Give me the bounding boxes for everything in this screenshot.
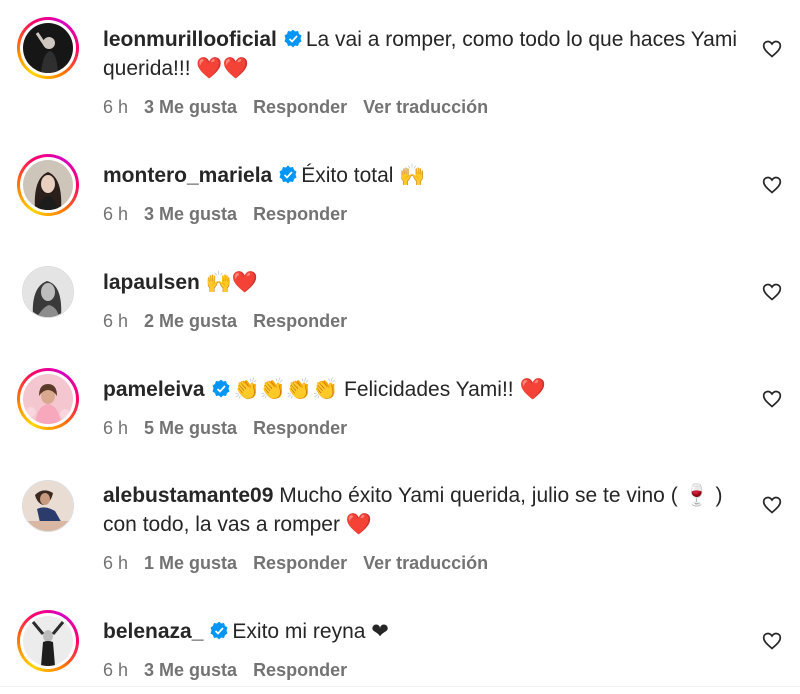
comment-likes[interactable]: 2 Me gusta	[144, 311, 237, 331]
comment-username[interactable]: alebustamante09	[103, 484, 273, 507]
comment-meta: 6 h 2 Me gusta Responder	[103, 311, 363, 332]
comment-username[interactable]: belenaza_	[103, 620, 203, 643]
comment-text-block: belenaza_ Exito mi reyna ❤	[103, 617, 743, 646]
heart-outline-icon[interactable]	[762, 389, 782, 409]
heart-outline-icon[interactable]	[762, 631, 782, 651]
avatar[interactable]	[22, 266, 74, 318]
comment-meta: 6 h 5 Me gusta Responder	[103, 418, 363, 439]
verified-badge-icon	[212, 379, 230, 398]
verified-badge-icon	[284, 29, 302, 48]
comment-text-block: pameleiva 👏👏👏👏 Felicidades Yami!! ❤️	[103, 375, 743, 404]
heart-outline-icon[interactable]	[762, 282, 782, 302]
heart-outline-icon[interactable]	[762, 495, 782, 515]
comment-username[interactable]: leonmurillooficial	[103, 28, 277, 51]
avatar[interactable]	[22, 480, 74, 532]
comment-text-block: montero_mariela Éxito total 🙌	[103, 161, 743, 190]
reply-button[interactable]: Responder	[253, 97, 347, 117]
avatar[interactable]	[17, 368, 79, 430]
heart-outline-icon[interactable]	[762, 175, 782, 195]
comment-body: 🙌❤️	[205, 271, 259, 294]
reply-button[interactable]: Responder	[253, 418, 347, 438]
translate-button[interactable]: Ver traducción	[363, 553, 488, 573]
reply-button[interactable]: Responder	[253, 660, 347, 680]
comment-text-block: alebustamante09 Mucho éxito Yami querida…	[103, 481, 743, 539]
comment-likes[interactable]: 3 Me gusta	[144, 97, 237, 117]
reply-button[interactable]: Responder	[253, 204, 347, 224]
comment-username[interactable]: montero_mariela	[103, 164, 272, 187]
verified-badge-icon	[210, 621, 228, 640]
comment-time[interactable]: 6 h	[103, 553, 128, 573]
comment-body: Exito mi reyna ❤	[232, 620, 389, 643]
verified-badge-icon	[279, 165, 297, 184]
comment-body: Éxito total 🙌	[301, 164, 426, 187]
avatar[interactable]	[17, 610, 79, 672]
comment-meta: 6 h 3 Me gusta Responder Ver traducción	[103, 97, 504, 118]
heart-outline-icon[interactable]	[762, 39, 782, 59]
comment-time[interactable]: 6 h	[103, 660, 128, 680]
comment-body: 👏👏👏👏 Felicidades Yami!! ❤️	[233, 378, 546, 401]
comment-username[interactable]: pameleiva	[103, 378, 205, 401]
comment-meta: 6 h 1 Me gusta Responder Ver traducción	[103, 553, 504, 574]
reply-button[interactable]: Responder	[253, 311, 347, 331]
comment-text-block: lapaulsen 🙌❤️	[103, 268, 743, 297]
comment-meta: 6 h 3 Me gusta Responder	[103, 204, 363, 225]
comment-time[interactable]: 6 h	[103, 418, 128, 438]
comment-meta: 6 h 3 Me gusta Responder	[103, 660, 363, 681]
translate-button[interactable]: Ver traducción	[363, 97, 488, 117]
comment-text-block: leonmurillooficial La vai a romper, como …	[103, 25, 743, 83]
comment-time[interactable]: 6 h	[103, 204, 128, 224]
comment-likes[interactable]: 3 Me gusta	[144, 204, 237, 224]
comment-likes[interactable]: 3 Me gusta	[144, 660, 237, 680]
comment-time[interactable]: 6 h	[103, 97, 128, 117]
comment-likes[interactable]: 1 Me gusta	[144, 553, 237, 573]
reply-button[interactable]: Responder	[253, 553, 347, 573]
avatar[interactable]	[17, 17, 79, 79]
divider	[0, 686, 800, 687]
comment-username[interactable]: lapaulsen	[103, 271, 200, 294]
comment-likes[interactable]: 5 Me gusta	[144, 418, 237, 438]
avatar[interactable]	[17, 154, 79, 216]
comment-time[interactable]: 6 h	[103, 311, 128, 331]
